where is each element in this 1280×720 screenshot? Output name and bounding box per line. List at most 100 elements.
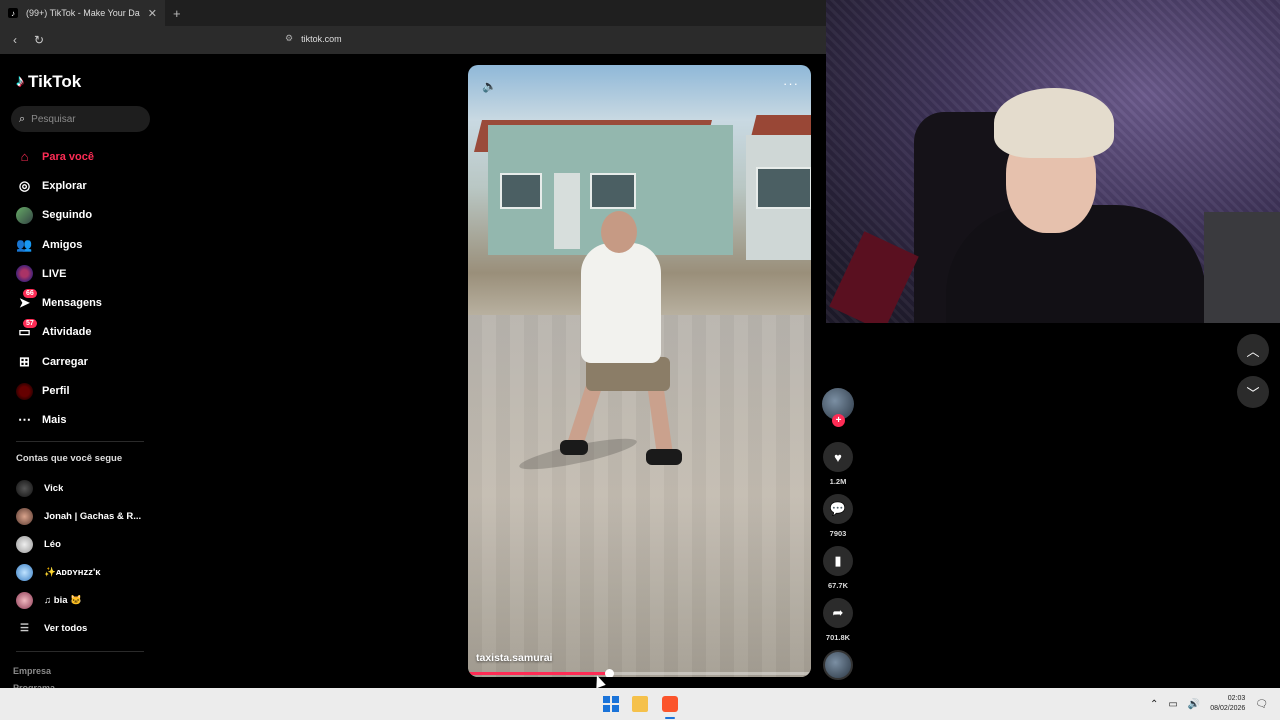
nav-label: Explorar (42, 179, 87, 192)
comment-count: 7903 (829, 529, 847, 538)
list-icon: ☰ (20, 622, 29, 634)
nav-item-mais[interactable]: ⋯ Mais (16, 406, 156, 435)
chevron-up-icon: ︿ (1246, 343, 1260, 359)
nav-item-atividade[interactable]: ▭ 57 Atividade (16, 318, 156, 347)
clock-time: 02:03 (1227, 695, 1246, 702)
nav-label: Para você (42, 150, 94, 163)
notification-icon[interactable]: 🗨 (1255, 699, 1268, 710)
friends-icon: 👥 (16, 236, 33, 252)
url-field[interactable]: ⚙ tiktok.com (285, 33, 342, 44)
main-nav: ⌂ Para você ◎ Explorar Seguindo 👥 Amigos… (16, 142, 156, 435)
video-scene (590, 173, 636, 209)
nav-item-para-voce[interactable]: ⌂ Para você (16, 142, 156, 171)
volume-icon[interactable]: 🔈 (482, 79, 497, 93)
creator-avatar[interactable]: + (822, 388, 854, 427)
nav-label: Mensagens (42, 297, 102, 310)
clock[interactable]: 02:03 08/02/2026 (1210, 694, 1245, 714)
divider (16, 441, 144, 442)
following-item[interactable]: Vick (16, 474, 156, 502)
tiktok-favicon-icon: ♪ (8, 8, 18, 18)
following-name: Vick (44, 482, 64, 494)
reload-icon[interactable]: ↻ (32, 33, 46, 47)
nav-item-mensagens[interactable]: ➤ 66 Mensagens (16, 288, 156, 317)
nav-item-perfil[interactable]: Perfil (16, 376, 156, 405)
speaker-icon[interactable]: 🔊 (1188, 699, 1200, 710)
heart-icon: ♥ (823, 442, 853, 472)
new-tab-button[interactable]: + (173, 6, 181, 21)
share-button[interactable]: ➦ 701.8K (823, 598, 853, 642)
following-name: ♫ bia 🐱 (44, 594, 82, 606)
windows-start-icon[interactable] (603, 696, 619, 712)
video-progress-bar[interactable] (468, 669, 811, 677)
nav-item-amigos[interactable]: 👥 Amigos (16, 230, 156, 259)
tiktok-logo[interactable]: ♪ TikTok (16, 72, 81, 92)
activity-badge: 57 (23, 318, 37, 328)
avatar (16, 591, 33, 609)
search-icon: ⌕ (19, 112, 26, 125)
nav-item-carregar[interactable]: ⊞ Carregar (16, 347, 156, 376)
network-icon[interactable]: ▭ (1168, 699, 1177, 710)
next-video-button[interactable]: ﹀ (1237, 376, 1269, 408)
nav-label: Perfil (42, 385, 70, 398)
comment-button[interactable]: 💬 7903 (823, 494, 853, 538)
video-scene (554, 173, 580, 249)
following-item[interactable]: ♫ bia 🐱 (16, 586, 156, 614)
see-all-button[interactable]: ☰ Ver todos (16, 614, 156, 642)
footer-link-empresa[interactable]: Empresa (13, 663, 55, 680)
avatar-icon (16, 206, 33, 224)
nav-label: Mais (42, 414, 67, 427)
chevron-up-icon[interactable]: ⌃ (1150, 699, 1158, 710)
active-app-indicator (665, 717, 675, 719)
webcam-scene (994, 88, 1114, 158)
video-scene (601, 211, 637, 253)
site-info-icon[interactable]: ⚙ (285, 33, 293, 44)
video-player[interactable]: 🔈 ··· taxista.samurai (468, 65, 811, 677)
divider (16, 651, 144, 652)
logo-text: TikTok (28, 72, 82, 91)
video-scene (560, 440, 588, 455)
tab-title: (99+) TikTok - Make Your Day (26, 8, 140, 18)
webcam-overlay (826, 0, 1280, 323)
video-scene (581, 243, 661, 363)
progress-fill (468, 672, 609, 675)
nav-label: Amigos (42, 238, 83, 251)
comment-icon: 💬 (823, 494, 853, 524)
previous-video-button[interactable]: ︿ (1237, 334, 1269, 366)
following-title: Contas que você segue (16, 453, 123, 464)
back-icon[interactable]: ‹ (8, 33, 22, 47)
avatar (16, 563, 33, 581)
nav-item-explorar[interactable]: ◎ Explorar (16, 171, 156, 200)
nav-item-seguindo[interactable]: Seguindo (16, 201, 156, 230)
home-icon: ⌂ (20, 149, 29, 165)
following-name: Léo (44, 538, 61, 550)
like-button[interactable]: ♥ 1.2M (823, 442, 853, 486)
more-options-icon[interactable]: ··· (783, 76, 799, 91)
file-explorer-icon[interactable] (632, 696, 648, 712)
browser-tab[interactable]: ♪ (99+) TikTok - Make Your Day ✕ (0, 0, 165, 26)
video-author[interactable]: taxista.samurai (476, 652, 552, 664)
save-button[interactable]: ▮ 67.7K (823, 546, 853, 590)
progress-handle[interactable] (604, 669, 614, 677)
following-item[interactable]: Léo (16, 530, 156, 558)
brave-browser-icon[interactable] (662, 696, 678, 712)
following-item[interactable]: Jonah | Gachas & R... (16, 502, 156, 530)
following-item[interactable]: ✨ᴀᴅᴅʏʜᴢᴢ'ᴋ (16, 558, 156, 586)
avatar (16, 507, 33, 525)
search-placeholder: Pesquisar (31, 113, 76, 125)
follow-plus-icon[interactable]: + (832, 414, 845, 427)
action-bar: + ♥ 1.2M 💬 7903 ▮ 67.7K ➦ 701.8K (821, 388, 855, 680)
tab-close-icon[interactable]: ✕ (148, 7, 157, 20)
address-bar: ‹ ↻ ⚙ tiktok.com (0, 26, 826, 54)
sidebar: ♪ TikTok ⌕ Pesquisar ⌂ Para você ◎ Explo… (0, 54, 165, 693)
nav-item-live[interactable]: LIVE (16, 259, 156, 288)
profile-icon (16, 382, 33, 400)
more-icon: ⋯ (18, 412, 31, 428)
music-disc-avatar[interactable] (823, 650, 853, 680)
clock-date: 08/02/2026 (1210, 705, 1246, 712)
compass-icon: ◎ (18, 177, 31, 193)
browser-tab-bar: ♪ (99+) TikTok - Make Your Day ✕ + (0, 0, 826, 26)
search-input[interactable]: ⌕ Pesquisar (11, 106, 150, 132)
chevron-down-icon: ﹀ (1246, 385, 1260, 401)
nav-label: Atividade (42, 326, 92, 339)
video-scene (756, 167, 811, 209)
